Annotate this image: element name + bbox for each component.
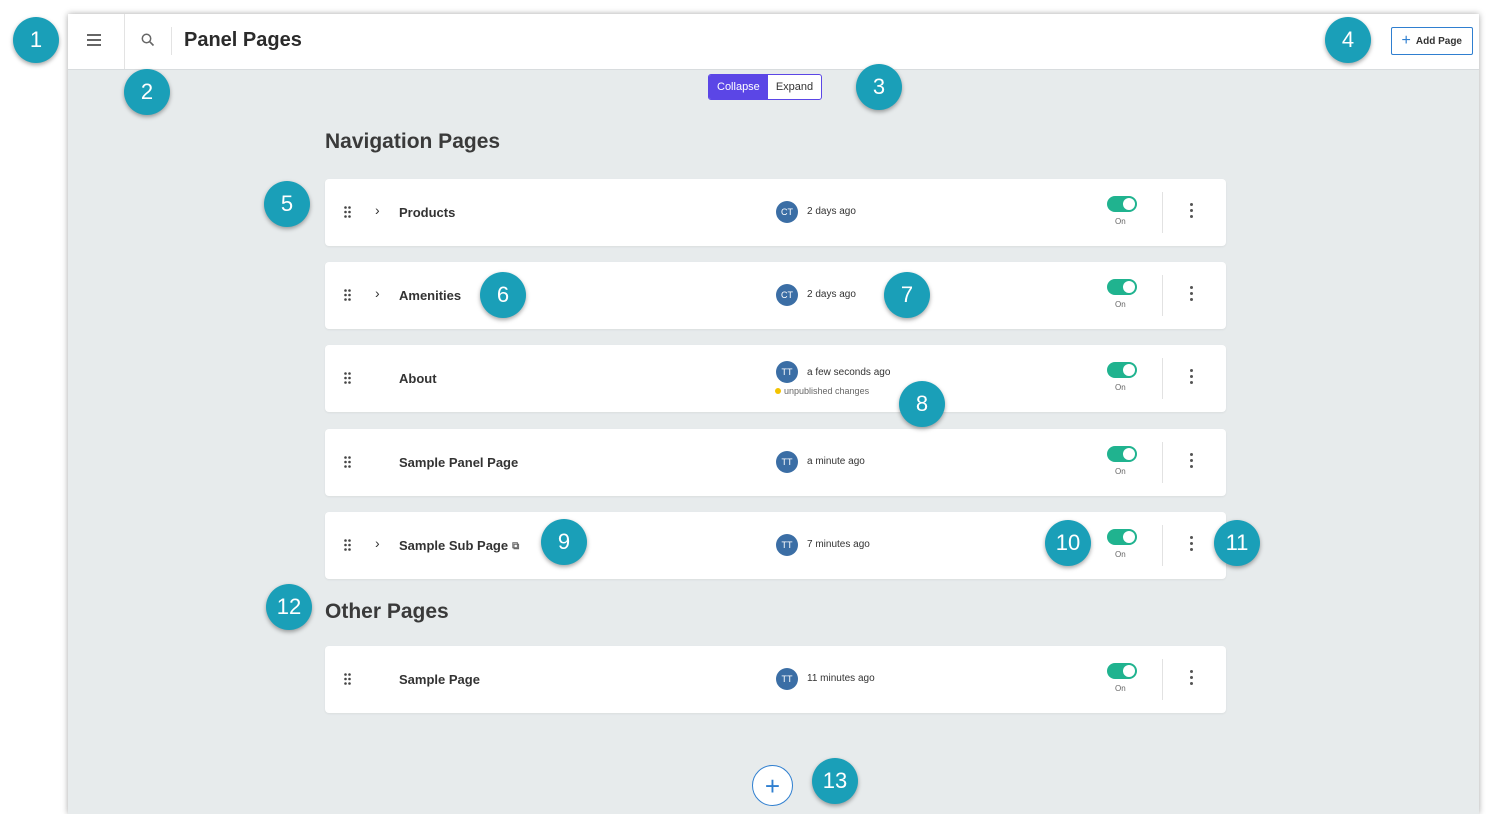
modified-time: a minute ago	[807, 456, 865, 467]
divider	[1162, 275, 1163, 316]
drag-handle-icon[interactable]	[344, 372, 351, 384]
drag-handle-icon[interactable]	[344, 206, 351, 218]
callout-marker: 3	[856, 64, 902, 110]
callout-marker: 2	[124, 69, 170, 115]
status-dot-icon	[775, 388, 781, 394]
toggle-status-label: On	[1115, 217, 1126, 226]
callout-marker: 8	[899, 381, 945, 427]
divider	[124, 14, 125, 69]
toggle-status-label: On	[1115, 300, 1126, 309]
chevron-right-icon[interactable]: ›	[375, 202, 380, 218]
kebab-menu-icon[interactable]	[1190, 453, 1194, 471]
callout-marker: 4	[1325, 17, 1371, 63]
page-row-amenities[interactable]: › Amenities CT 2 days ago On	[325, 262, 1226, 329]
chevron-right-icon[interactable]: ›	[375, 285, 380, 301]
publish-toggle[interactable]	[1107, 446, 1137, 462]
kebab-menu-icon[interactable]	[1190, 203, 1194, 221]
page-row-sample-page[interactable]: Sample Page TT 11 minutes ago On	[325, 646, 1226, 713]
other-pages-heading: Other Pages	[325, 600, 449, 623]
avatar: TT	[776, 451, 798, 473]
top-bar: Panel Pages + Add Page	[68, 14, 1479, 70]
add-page-label: Add Page	[1415, 35, 1462, 47]
collapse-expand-toggle: Collapse Expand	[708, 74, 823, 100]
page-row-products[interactable]: › Products CT 2 days ago On	[325, 179, 1226, 246]
page-name[interactable]: About	[399, 371, 437, 386]
publish-toggle[interactable]	[1107, 362, 1137, 378]
external-link-icon[interactable]: ⧉	[512, 541, 519, 552]
page-name[interactable]: Sample Sub Page	[399, 538, 508, 553]
add-page-button[interactable]: + Add Page	[1390, 27, 1473, 55]
publish-toggle[interactable]	[1107, 279, 1137, 295]
chevron-right-icon[interactable]: ›	[375, 535, 380, 551]
avatar: TT	[776, 668, 798, 690]
panel-pages-app: Panel Pages + Add Page Collapse Expand N…	[68, 14, 1479, 814]
toggle-status-label: On	[1115, 467, 1126, 476]
modified-time: 7 minutes ago	[807, 539, 870, 550]
callout-marker: 6	[480, 272, 526, 318]
page-row-sample-panel-page[interactable]: Sample Panel Page TT a minute ago On	[325, 429, 1226, 496]
modified-time: 2 days ago	[807, 206, 856, 217]
drag-handle-icon[interactable]	[344, 456, 351, 468]
page-name[interactable]: Sample Panel Page	[399, 455, 518, 470]
unpublished-label: unpublished changes	[784, 386, 870, 396]
kebab-menu-icon[interactable]	[1190, 369, 1194, 387]
expand-button[interactable]: Expand	[768, 75, 821, 99]
divider	[1162, 192, 1163, 233]
hamburger-icon[interactable]	[87, 34, 101, 48]
callout-marker: 9	[541, 519, 587, 565]
page-row-about[interactable]: About TT a few seconds ago unpublished c…	[325, 345, 1226, 412]
modified-time: a few seconds ago	[807, 367, 891, 378]
drag-handle-icon[interactable]	[344, 539, 351, 551]
modified-time: 2 days ago	[807, 289, 856, 300]
page-name[interactable]: Products	[399, 205, 455, 220]
drag-handle-icon[interactable]	[344, 289, 351, 301]
callout-marker: 1	[13, 17, 59, 63]
kebab-menu-icon[interactable]	[1190, 286, 1194, 304]
kebab-menu-icon[interactable]	[1190, 670, 1194, 688]
publish-toggle[interactable]	[1107, 196, 1137, 212]
modified-time: 11 minutes ago	[807, 673, 875, 684]
avatar: TT	[776, 361, 798, 383]
kebab-menu-icon[interactable]	[1190, 536, 1194, 554]
callout-marker: 12	[266, 584, 312, 630]
callout-marker: 5	[264, 181, 310, 227]
divider	[1162, 442, 1163, 483]
page-title: Panel Pages	[184, 29, 302, 51]
divider	[1162, 358, 1163, 399]
callout-marker: 11	[1214, 520, 1260, 566]
callout-marker: 13	[812, 758, 858, 804]
page-name[interactable]: Sample Page	[399, 672, 480, 687]
avatar: TT	[776, 534, 798, 556]
collapse-button[interactable]: Collapse	[709, 75, 768, 99]
toggle-status-label: On	[1115, 550, 1126, 559]
divider	[1162, 659, 1163, 700]
divider	[171, 27, 172, 55]
add-page-fab[interactable]: +	[752, 765, 793, 806]
page-name[interactable]: Amenities	[399, 288, 461, 303]
plus-icon: +	[1401, 32, 1411, 49]
toggle-status-label: On	[1115, 383, 1126, 392]
drag-handle-icon[interactable]	[344, 673, 351, 685]
avatar: CT	[776, 201, 798, 223]
publish-toggle[interactable]	[1107, 663, 1137, 679]
callout-marker: 7	[884, 272, 930, 318]
navigation-pages-heading: Navigation Pages	[325, 130, 501, 153]
search-icon[interactable]	[140, 32, 156, 48]
toggle-status-label: On	[1115, 684, 1126, 693]
publish-toggle[interactable]	[1107, 529, 1137, 545]
avatar: CT	[776, 284, 798, 306]
page-name-wrap: Sample Sub Page ⧉	[399, 538, 519, 553]
callout-marker: 10	[1045, 520, 1091, 566]
divider	[1162, 525, 1163, 566]
unpublished-indicator: unpublished changes	[775, 386, 869, 396]
